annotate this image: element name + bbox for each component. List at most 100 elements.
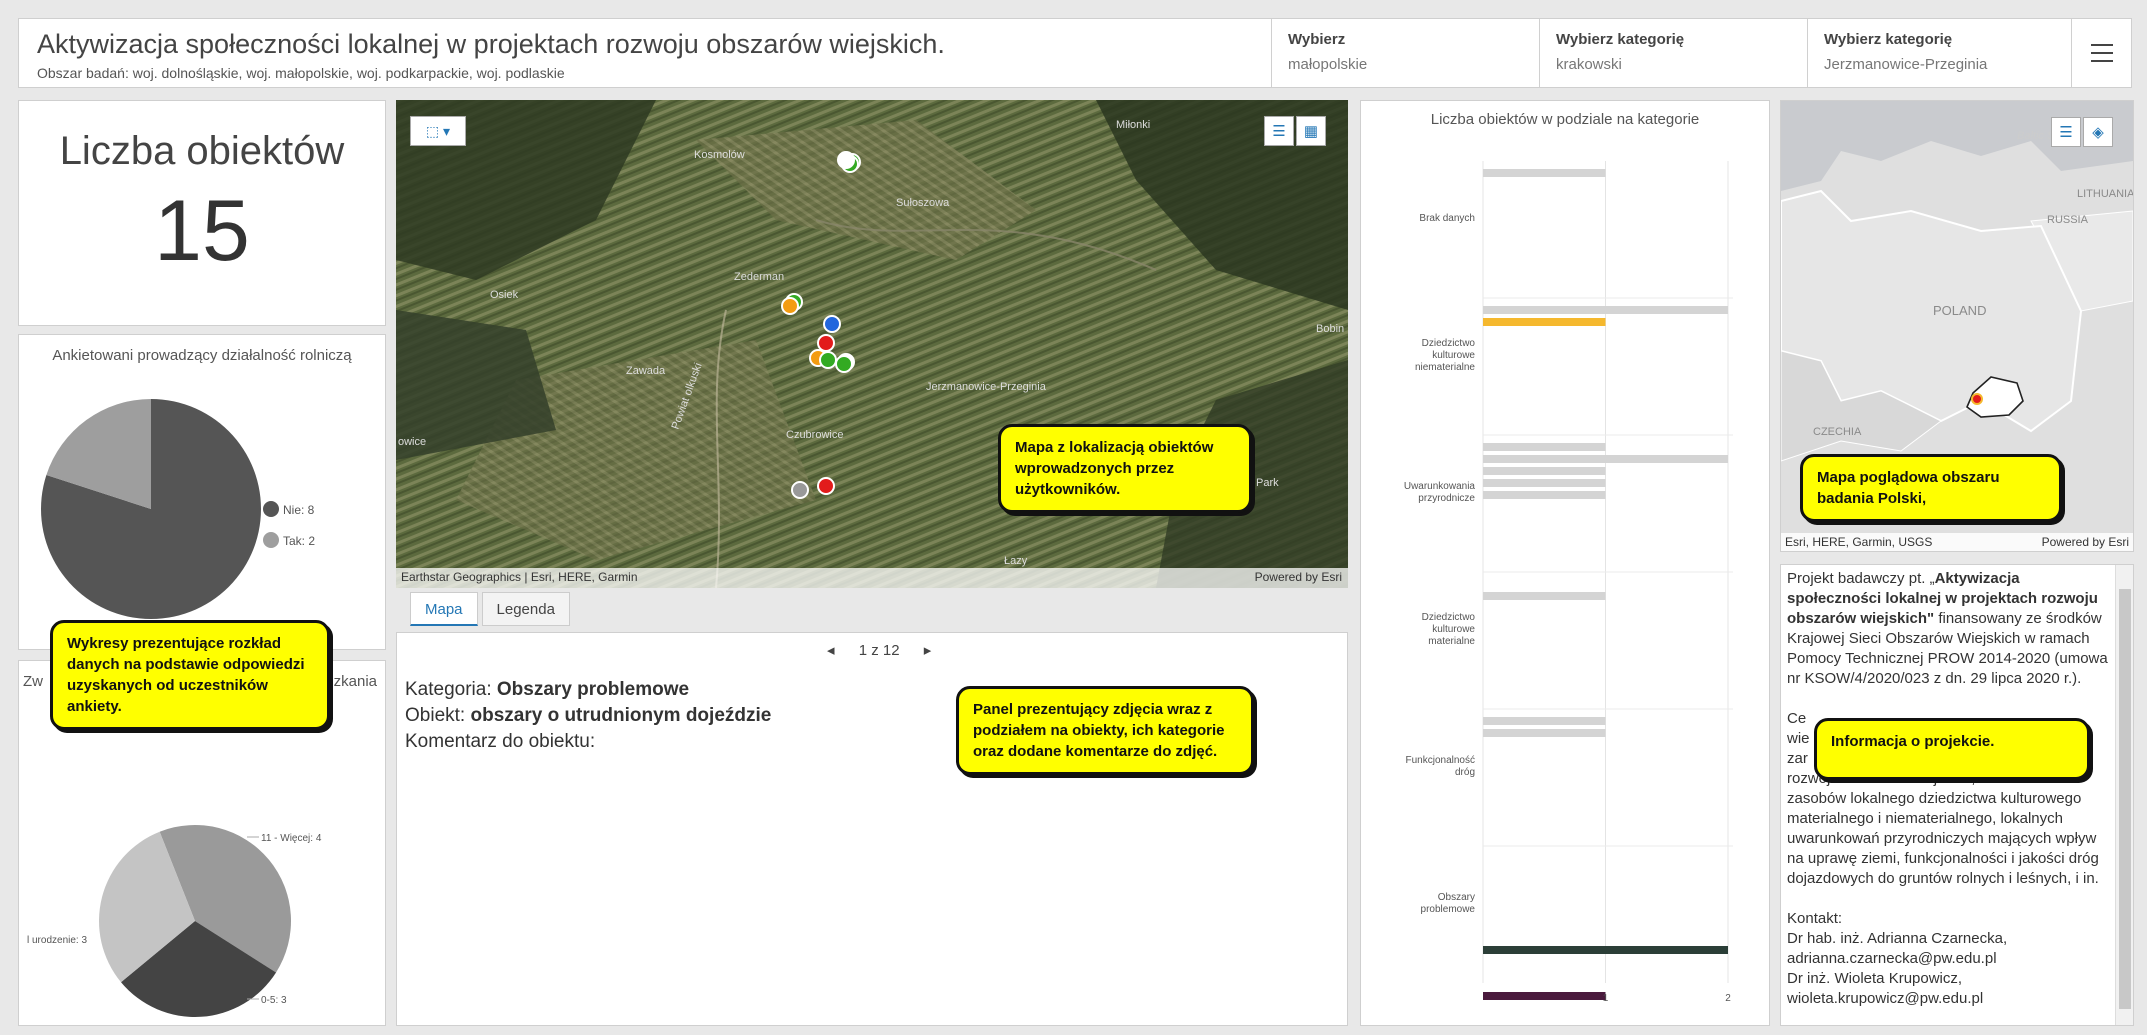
map-point [837,151,855,169]
bar [1483,946,1728,954]
place-label: owice [398,436,426,448]
place-label: Kosmolów [694,149,745,161]
study-area-marker [1971,393,1983,405]
place-label: Park [1256,477,1279,489]
overview-attribution-right: Powered by Esri [2042,535,2129,549]
selector-value: Jerzmanowice-Przeginia [1824,56,1988,73]
overview-layers-button[interactable]: ◈ [2083,117,2113,147]
category-label: Brak danych [1419,213,1475,224]
selector-voivodeship[interactable]: Wybierz małopolskie [1271,19,1539,87]
place-label: Sułoszowa [896,197,950,209]
category-label: Dziedzictwo kulturowe niematerialne [1415,338,1475,373]
selector-county[interactable]: Wybierz kategorię krakowski [1539,19,1807,87]
selector-commune[interactable]: Wybierz kategorię Jerzmanowice-Przeginia [1807,19,2073,87]
map-legend-button[interactable]: ☰ [1264,116,1294,146]
map-imagery: Kosmolów Miłonki Sułoszowa Zederman Osie… [396,100,1348,588]
count-value: 15 [154,183,250,279]
hamburger-menu-icon[interactable] [2071,19,2131,87]
map-point [823,315,841,333]
scrollbar-thumb[interactable] [2119,589,2131,1009]
category-label: Dziedzictwo kulturowe materialne [1422,612,1476,647]
satellite-map[interactable]: Kosmolów Miłonki Sułoszowa Zederman Osie… [396,100,1348,588]
place-label: Zawada [626,365,666,377]
object-value: obszary o utrudnionym dojeździe [470,705,772,726]
place-label: Jerzmanowice-Przeginia [926,381,1047,393]
callout-map: Mapa z lokalizacją obiektów wprowadzonyc… [998,424,1252,513]
project-info-text: Projekt badawczy pt. „Aktywizacja społec… [1787,569,2113,1009]
pie-label-born: l urodzenie: 3 [27,935,87,946]
legend-label-tak: Tak: 2 [283,534,315,548]
category-label: Obszary problemowe [1421,892,1476,915]
legend-swatch-nie [263,501,279,517]
map-point [819,351,837,369]
map-label: POLAND [1933,303,1986,318]
bar [1483,717,1606,725]
selector-value: małopolskie [1288,56,1368,73]
bar [1483,318,1606,326]
detail-object: Obiekt: obszary o utrudnionym dojeździe [405,705,771,727]
pie-title: Ankietowani prowadzący działalność rolni… [52,347,352,364]
bar [1483,306,1728,314]
category-value: Obszary problemowe [496,679,690,700]
pager-text: 1 z 12 [858,642,900,659]
tab-map[interactable]: Mapa [410,592,478,626]
overview-attribution-left: Esri, HERE, Garmin, USGS [1785,535,1932,549]
selector-label: Wybierz kategorię [1556,31,1685,48]
bar [1483,455,1728,463]
selector-label: Wybierz [1288,31,1346,48]
contact-label: Kontakt: [1787,910,1843,927]
pie-title-right: zkania [333,673,377,690]
bar-chart: Brak danych Dziedzictwo kulturowe niemateri… [1404,161,1733,1004]
page-title: Aktywizacja społeczności lokalnej w proj… [37,29,945,59]
bar [1483,479,1606,487]
contact-line: Dr inż. Wioleta Krupowicz, [1787,970,1963,987]
list-icon: ☰ [2059,124,2073,141]
info-paragraph-1: Projekt badawczy pt. „Aktywizacja społec… [1787,570,2108,687]
map-point [835,355,853,373]
bar [1483,592,1606,600]
pie-label-more: 11 - Więcej: 4 [261,833,322,844]
bar-chart-title: Liczba obiektów w podziale na kategorie [1430,111,1700,128]
bar [1483,992,1606,1000]
callout-overview: Mapa poglądowa obszaru badania Polski, [1800,454,2062,522]
legend-swatch-tak [263,532,279,548]
x-tick-label: 2 [1725,993,1731,1004]
map-select-tool-button[interactable]: ⬚ ▾ [410,116,466,146]
map-point [817,477,835,495]
pager: ◂ 1 z 12 ▸ [817,641,941,659]
bar [1483,491,1606,499]
map-point [791,481,809,499]
info-scrollbar[interactable] [2115,565,2133,1025]
main-map-panel: Kosmolów Miłonki Sułoszowa Zederman Osie… [396,100,1348,630]
tab-legend[interactable]: Legenda [481,592,570,626]
place-label: Zederman [734,271,784,283]
layers-icon: ◈ [2092,124,2104,141]
object-count-panel: Liczba obiektów 15 [18,100,386,326]
select-tool-icon: ⬚ ▾ [425,122,451,139]
x-tick-label: 1 [1603,993,1609,1004]
place-label: Bobin [1316,323,1344,335]
bar [1483,467,1606,475]
place-label: Miłonki [1116,119,1150,131]
overview-legend-button[interactable]: ☰ [2051,117,2081,147]
attribution-left: Earthstar Geographics | Esri, HERE, Garm… [401,570,638,584]
legend-label-nie: Nie: 8 [283,503,315,517]
project-info-panel: Projekt badawczy pt. „Aktywizacja społec… [1780,564,2134,1026]
map-label: CZECHIA [1813,426,1862,438]
prev-page-icon[interactable]: ◂ [827,642,835,659]
category-label: Kategoria: [405,679,492,700]
map-basemap-button[interactable]: ▦ [1296,116,1326,146]
next-page-icon[interactable]: ▸ [924,642,932,659]
comment-label: Komentarz do obiektu: [405,731,596,752]
callout-info: Informacja o projekcie. [1814,718,2090,780]
category-label: Funkcjonalność dróg [1406,755,1475,778]
list-icon: ☰ [1272,123,1286,140]
contact-email[interactable]: adrianna.czarnecka@pw.edu.pl [1787,949,2113,969]
map-label: LITHUANIA [2077,188,2133,200]
page-subtitle: Obszar badań: woj. dolnośląskie, woj. ma… [37,65,565,81]
map-label: RUSSIA [2047,214,2089,226]
contact-email[interactable]: wioleta.krupowicz@pw.edu.pl [1787,989,2113,1009]
map-point [817,334,835,352]
header-bar: Aktywizacja społeczności lokalnej w proj… [18,18,2132,88]
bar [1483,729,1606,737]
